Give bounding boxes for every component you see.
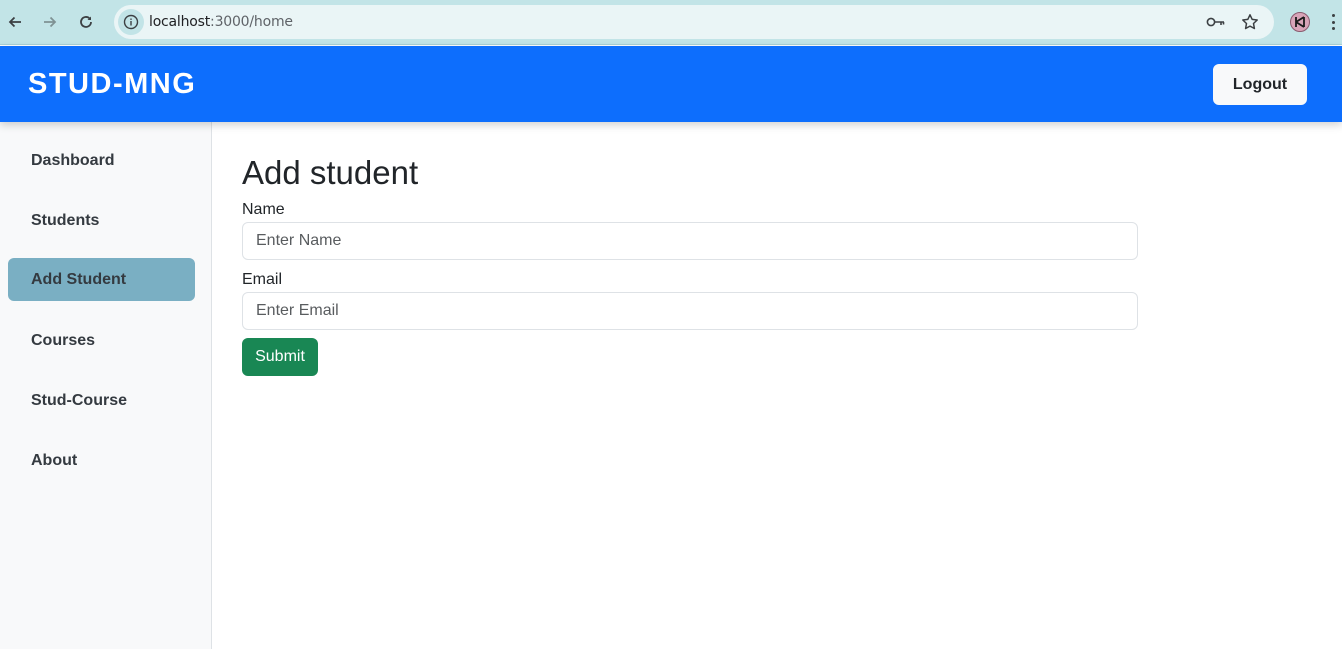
page-title: Add student <box>242 154 419 191</box>
name-label: Name <box>242 201 285 218</box>
url-text: localhost:3000/home <box>149 14 293 30</box>
sidebar: Dashboard Students Add Student Courses S… <box>0 122 212 649</box>
reload-button[interactable] <box>72 8 100 36</box>
reload-icon <box>80 16 92 28</box>
star-icon <box>1242 14 1258 30</box>
arrow-left-icon <box>8 16 21 28</box>
kebab-menu-icon[interactable] <box>1328 12 1338 32</box>
sidebar-item-students[interactable]: Students <box>8 199 195 242</box>
url-host: localhost <box>149 14 211 30</box>
arrow-right-icon <box>44 16 57 28</box>
sidebar-item-add-student[interactable]: Add Student <box>8 258 195 301</box>
email-input[interactable] <box>242 292 1138 330</box>
app-header: STUD-MNG Logout <box>0 46 1342 122</box>
password-button[interactable] <box>1206 12 1226 32</box>
name-input[interactable] <box>242 222 1138 260</box>
logout-button[interactable]: Logout <box>1213 64 1307 105</box>
forward-button[interactable] <box>36 8 64 36</box>
submit-button[interactable]: Submit <box>242 338 318 376</box>
email-label: Email <box>242 271 283 288</box>
sidebar-item-dashboard[interactable]: Dashboard <box>8 139 195 182</box>
address-bar[interactable]: localhost:3000/home <box>114 5 1274 39</box>
brand-logo[interactable]: STUD-MNG <box>28 68 196 101</box>
profile-avatar[interactable] <box>1290 12 1310 32</box>
back-button[interactable] <box>1 8 29 36</box>
bookmark-button[interactable] <box>1240 12 1260 32</box>
url-path: :3000/home <box>210 14 293 30</box>
browser-toolbar: localhost:3000/home <box>0 0 1342 45</box>
sidebar-item-stud-course[interactable]: Stud-Course <box>8 379 195 422</box>
sidebar-item-courses[interactable]: Courses <box>8 319 195 362</box>
info-icon <box>123 14 139 30</box>
profile-icon <box>1295 16 1305 28</box>
sidebar-item-about[interactable]: About <box>8 439 195 482</box>
key-icon <box>1206 17 1225 27</box>
site-info-button[interactable] <box>118 9 144 35</box>
